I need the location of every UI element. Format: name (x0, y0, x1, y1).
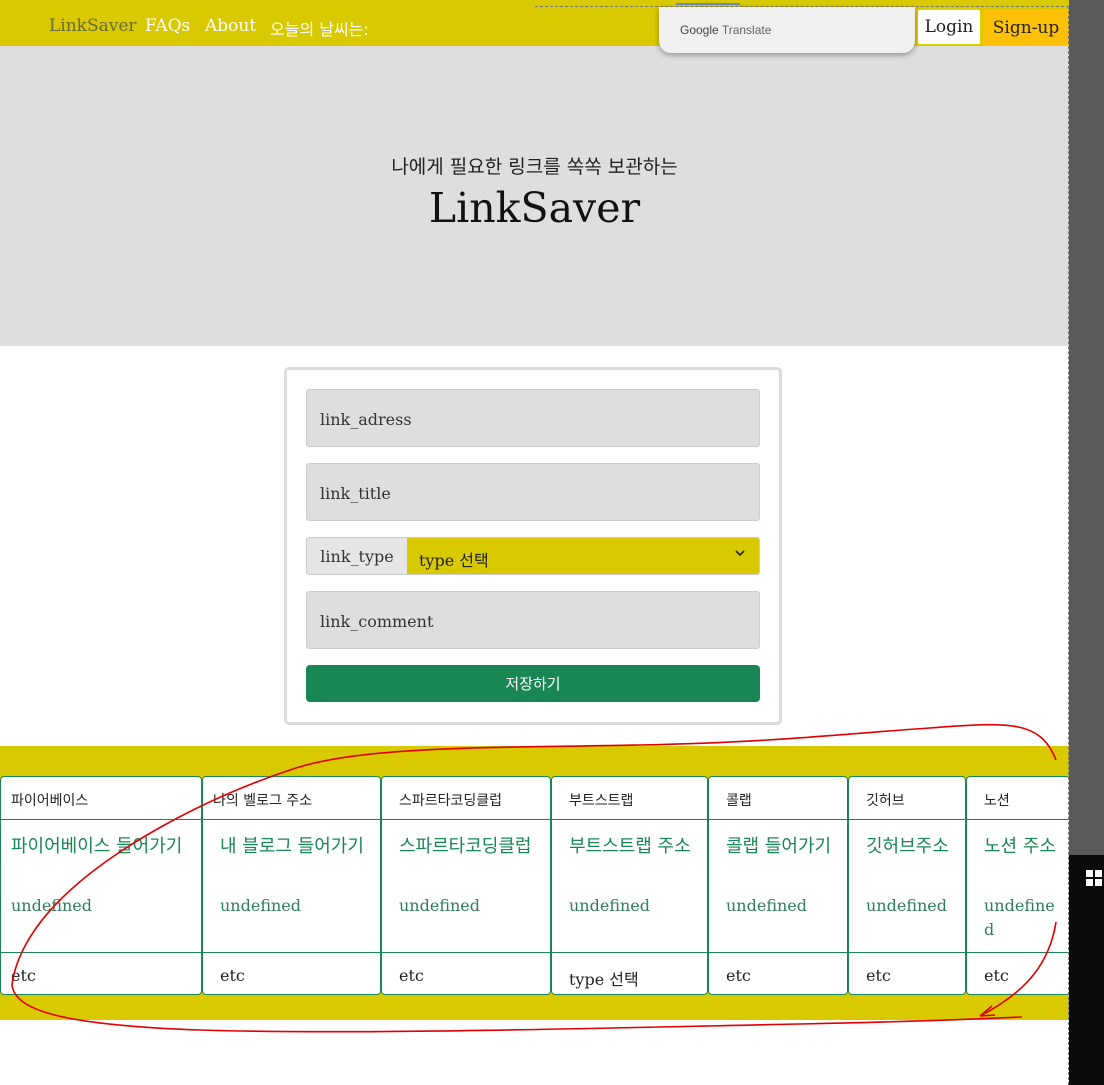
link-card[interactable]: 부트스트랩 부트스트랩 주소 undefined type 선택 (551, 776, 708, 995)
link-comment-placeholder: link_comment (320, 612, 434, 631)
nav-link-about[interactable]: About (205, 16, 256, 36)
card-footer: etc (709, 952, 847, 994)
nav-weather: 오늘의 날씨는: (270, 20, 369, 39)
card-header-text: 깃허브 (866, 793, 905, 809)
link-card[interactable]: 노션 노션 주소 undefined etc (966, 776, 1069, 995)
card-title-link[interactable]: 깃허브주소 (866, 835, 957, 859)
taskbar-strip (1069, 855, 1104, 1085)
card-header-text: 파이어베이스 (11, 793, 89, 809)
card-header: 나의 벨로그 주소 (203, 777, 380, 820)
card-comment: undefined (726, 896, 808, 915)
card-header-text: 콜랩 (726, 793, 752, 809)
card-header: 스파르타코딩클럽 (382, 777, 550, 820)
card-title-link[interactable]: 부트스트랩 주소 (569, 835, 699, 859)
card-header-text: 나의 벨로그 주소 (213, 793, 313, 809)
card-comment: undefined (399, 896, 481, 915)
card-title-link[interactable]: 콜랩 들어가기 (726, 835, 839, 859)
link-type-selected: type 선택 (419, 551, 489, 570)
hero-title: LinkSaver (428, 184, 641, 232)
signup-button[interactable]: Sign-up (983, 9, 1069, 46)
frame-border-right (1068, 6, 1069, 1085)
link-card[interactable]: 파이어베이스 파이어베이스 들어가기 undefined etc (0, 776, 202, 995)
nav-link-faqs[interactable]: FAQs (145, 16, 190, 36)
link-comment-input[interactable]: link_comment (306, 591, 760, 649)
translate-word: Translate (721, 23, 772, 37)
google-translate-label: Google Translate (680, 23, 771, 37)
google-translate-popup[interactable]: Google Translate (659, 7, 915, 53)
link-address-input[interactable]: link_adress (306, 389, 760, 447)
card-footer: etc (1, 952, 201, 994)
card-type: type 선택 (569, 970, 639, 989)
card-header: 콜랩 (709, 777, 847, 820)
link-type-group: link_type type 선택 (306, 537, 760, 575)
translate-tab-underline (676, 3, 740, 5)
card-header-text: 부트스트랩 (569, 793, 634, 809)
hero-subtitle: 나에게 필요한 링크를 쏙쏙 보관하는 (391, 156, 678, 178)
chevron-down-icon (735, 550, 745, 557)
nav-brand[interactable]: LinkSaver (49, 16, 137, 36)
card-footer: etc (203, 952, 380, 994)
link-address-placeholder: link_adress (320, 410, 412, 429)
page: LinkSaver FAQs About 오늘의 날씨는: Login Sign… (0, 0, 1069, 1085)
google-word: Google (680, 23, 719, 37)
card-type: etc (726, 966, 751, 985)
link-card[interactable]: 깃허브 깃허브주소 undefined etc (848, 776, 966, 995)
windows-logo-icon[interactable] (1086, 870, 1104, 888)
card-type: etc (984, 966, 1009, 985)
save-button[interactable]: 저장하기 (306, 665, 760, 702)
card-title-link[interactable]: 내 블로그 들어가기 (220, 835, 372, 859)
card-footer: etc (967, 952, 1069, 994)
card-type: etc (11, 966, 36, 985)
link-card[interactable]: 콜랩 콜랩 들어가기 undefined etc (708, 776, 848, 995)
card-header-text: 노션 (984, 793, 1010, 809)
card-header-text: 스파르타코딩클럽 (399, 793, 503, 809)
card-comment: undefined (984, 896, 1055, 939)
card-footer: etc (382, 952, 550, 994)
card-header: 노션 (967, 777, 1069, 820)
card-type: etc (866, 966, 891, 985)
link-title-input[interactable]: link_title (306, 463, 760, 521)
card-header: 부트스트랩 (552, 777, 707, 820)
card-type: etc (399, 966, 424, 985)
card-comment: undefined (11, 896, 93, 915)
card-title-link[interactable]: 노션 주소 (984, 835, 1061, 859)
link-card[interactable]: 스파르타코딩클럽 스파르타코딩클럽 undefined etc (381, 776, 551, 995)
link-title-placeholder: link_title (320, 484, 391, 503)
card-header: 파이어베이스 (1, 777, 201, 820)
card-title-link[interactable]: 스파르타코딩클럽 (399, 835, 542, 859)
card-comment: undefined (866, 896, 948, 915)
link-type-label: link_type (307, 538, 408, 574)
card-comment: undefined (220, 896, 302, 915)
card-comment: undefined (569, 896, 651, 915)
link-type-select[interactable]: type 선택 (407, 538, 759, 574)
card-footer: type 선택 (552, 952, 707, 994)
card-header: 깃허브 (849, 777, 965, 820)
hero-banner: 나에게 필요한 링크를 쏙쏙 보관하는 LinkSaver (0, 46, 1069, 346)
card-title-link[interactable]: 파이어베이스 들어가기 (11, 835, 193, 859)
card-footer: etc (849, 952, 965, 994)
link-card[interactable]: 나의 벨로그 주소 내 블로그 들어가기 undefined etc (202, 776, 381, 995)
login-button[interactable]: Login (917, 9, 981, 45)
card-type: etc (220, 966, 245, 985)
